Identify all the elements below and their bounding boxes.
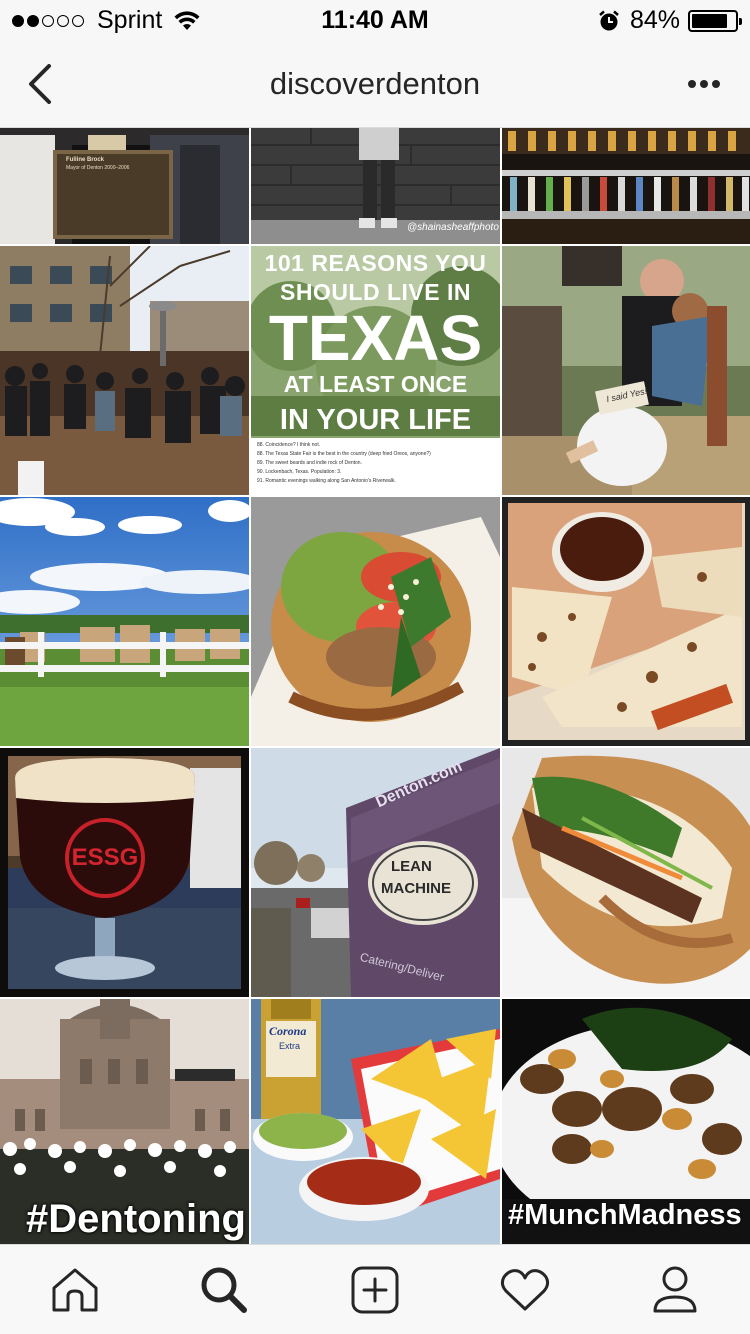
texas-list-item: 88. Coincidence? I think not. bbox=[257, 442, 321, 448]
truck-logo-line1: LEAN bbox=[391, 858, 432, 875]
search-icon bbox=[201, 1267, 247, 1313]
beer-label-2: Extra bbox=[279, 1041, 301, 1051]
texas-list-item: 90. Lockenbach, Texas. Population: 3. bbox=[257, 469, 342, 475]
tab-search[interactable] bbox=[194, 1261, 254, 1319]
hashtag-munchmadness: #MunchMadness bbox=[508, 1199, 742, 1231]
post-thumbnail-patio-crowd[interactable] bbox=[0, 246, 249, 495]
post-thumbnail-texas-reasons[interactable]: 101 REASONS YOU SHOULD LIVE IN TEXAS AT … bbox=[251, 246, 500, 495]
texas-line-4: AT LEAST ONCE bbox=[283, 371, 468, 397]
posts-grid: Fulline Brock Mayor of Denton 2000–2006 bbox=[0, 128, 750, 1244]
texas-line-5: IN YOUR LIFE bbox=[279, 404, 472, 436]
texas-reasons-list: 88. Coincidence? I think not. 88. The Te… bbox=[257, 441, 497, 486]
texas-list-item: 88. The Texas State Fair is the best in … bbox=[257, 451, 431, 457]
person-icon bbox=[653, 1266, 697, 1313]
more-horizontal-icon bbox=[688, 80, 720, 88]
tab-home[interactable] bbox=[45, 1261, 105, 1319]
post-thumbnail-banh-mi[interactable] bbox=[502, 748, 750, 997]
app-root: Sprint 11:40 AM 84% discoverdenton Fulli… bbox=[0, 0, 750, 1334]
post-thumbnail-engagement-kiss[interactable]: I said Yes! bbox=[502, 246, 750, 495]
more-options-button[interactable] bbox=[680, 70, 728, 98]
status-bar: Sprint 11:40 AM 84% bbox=[0, 0, 750, 40]
tab-profile[interactable] bbox=[645, 1261, 705, 1319]
glass-logo: ESSG bbox=[71, 844, 139, 871]
tab-new-post[interactable] bbox=[345, 1261, 405, 1319]
post-thumbnail-chips-salsa[interactable]: Corona Extra bbox=[251, 999, 500, 1244]
post-thumbnail-mushroom-plate[interactable]: #MunchMadness bbox=[502, 999, 750, 1244]
tab-activity[interactable] bbox=[495, 1261, 555, 1319]
texas-list-item: 89. The sweet beards and indie rock of D… bbox=[257, 460, 362, 466]
heart-icon bbox=[500, 1269, 550, 1311]
truck-logo-line2: MACHINE bbox=[381, 880, 451, 897]
beer-label-1: Corona bbox=[269, 1024, 307, 1038]
bottom-tab-bar bbox=[0, 1244, 750, 1334]
hashtag-dentoning: #Dentoning bbox=[26, 1197, 246, 1241]
post-thumbnail-horses[interactable] bbox=[0, 497, 249, 746]
texas-line-3: TEXAS bbox=[268, 302, 483, 374]
post-thumbnail-food-truck[interactable]: Denton.com LEAN MACHINE Catering/Deliver bbox=[251, 748, 500, 997]
plaque-subtitle: Mayor of Denton 2000–2006 bbox=[66, 165, 130, 171]
post-thumbnail-mayor-plaque[interactable]: Fulline Brock Mayor of Denton 2000–2006 bbox=[0, 128, 249, 244]
profile-username-title: discoverdenton bbox=[269, 66, 481, 101]
post-thumbnail-brick-wall[interactable]: @shainasheaffphoto bbox=[251, 128, 500, 244]
battery-icon bbox=[688, 9, 742, 32]
post-thumbnail-courthouse[interactable]: #Dentoning bbox=[0, 999, 249, 1244]
texas-list-item: 91. Romantic evenings walking along San … bbox=[257, 478, 396, 484]
alarm-icon bbox=[599, 10, 619, 30]
texas-line-1: 101 REASONS YOU bbox=[264, 250, 487, 276]
navigation-bar: discoverdenton bbox=[0, 40, 750, 128]
status-right: 84% bbox=[598, 6, 742, 35]
post-thumbnail-beer-glass[interactable]: ESSG bbox=[0, 748, 249, 997]
home-icon bbox=[52, 1268, 98, 1312]
battery-percent: 84% bbox=[629, 6, 680, 34]
plus-square-icon bbox=[351, 1266, 399, 1314]
post-thumbnail-veggie-sandwich[interactable] bbox=[251, 497, 500, 746]
plaque-title: Fulline Brock bbox=[66, 157, 105, 163]
post-thumbnail-quesadilla[interactable] bbox=[502, 497, 750, 746]
photographer-watermark: @shainasheaffphoto bbox=[407, 222, 499, 233]
post-thumbnail-beer-taps[interactable] bbox=[502, 128, 750, 244]
